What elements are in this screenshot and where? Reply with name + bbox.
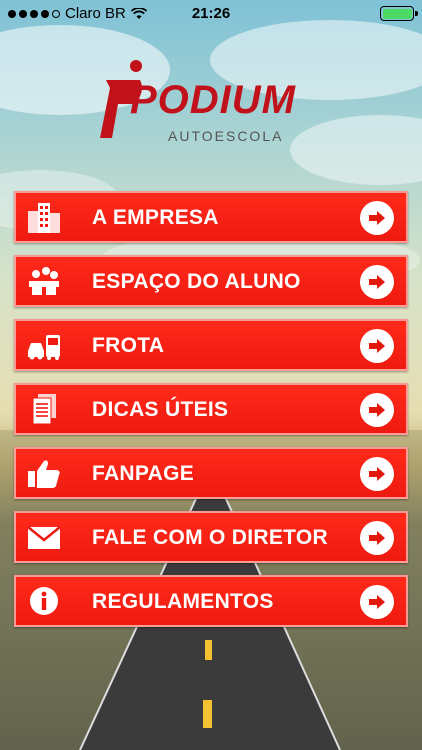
battery-icon — [380, 6, 418, 21]
info-icon — [30, 587, 58, 615]
main-menu: A EMPRESA ESPAÇO DO ALUNO FROTA DICAS ÚT… — [14, 191, 408, 639]
envelope-icon — [27, 526, 61, 549]
arrow-right-icon — [360, 585, 394, 619]
menu-button-a-empresa[interactable]: A EMPRESA — [14, 191, 408, 243]
arrow-right-icon — [360, 393, 394, 427]
buildings-icon — [28, 203, 60, 233]
arrow-right-icon — [360, 265, 394, 299]
menu-button-frota[interactable]: FROTA — [14, 319, 408, 371]
menu-label-fanpage: FANPAGE — [92, 462, 195, 485]
students-icon — [29, 267, 59, 295]
menu-label-a-empresa: A EMPRESA — [92, 206, 219, 229]
menu-label-fale-com-o-diretor: FALE COM O DIRETOR — [92, 526, 329, 549]
menu-button-dicas-uteis[interactable]: DICAS ÚTEIS — [14, 383, 408, 435]
documents-icon — [32, 394, 56, 425]
arrow-right-icon — [360, 329, 394, 363]
app-screen: Claro BR 21:26 PODIUM AUTOESCOLA A EMPRE… — [0, 0, 422, 750]
menu-label-espaco-do-aluno: ESPAÇO DO ALUNO — [92, 270, 301, 293]
clock: 21:26 — [191, 5, 231, 22]
menu-button-fale-com-o-diretor[interactable]: FALE COM O DIRETOR — [14, 511, 408, 563]
menu-button-espaco-do-aluno[interactable]: ESPAÇO DO ALUNO — [14, 255, 408, 307]
menu-label-dicas-uteis: DICAS ÚTEIS — [92, 398, 229, 421]
menu-label-frota: FROTA — [92, 334, 165, 357]
logo-subtitle: AUTOESCOLA — [168, 128, 284, 144]
arrow-right-icon — [360, 457, 394, 491]
arrow-right-icon — [360, 201, 394, 235]
car-bus-icon — [28, 335, 60, 360]
status-bar: Claro BR 21:26 — [0, 0, 422, 28]
menu-label-regulamentos: REGULAMENTOS — [92, 590, 274, 613]
podium-logo: PODIUM AUTOESCOLA — [96, 58, 336, 148]
arrow-right-icon — [360, 521, 394, 555]
thumbs-up-icon — [28, 460, 60, 488]
menu-button-fanpage[interactable]: FANPAGE — [14, 447, 408, 499]
logo-wordmark: PODIUM — [130, 78, 296, 122]
menu-button-regulamentos[interactable]: REGULAMENTOS — [14, 575, 408, 627]
